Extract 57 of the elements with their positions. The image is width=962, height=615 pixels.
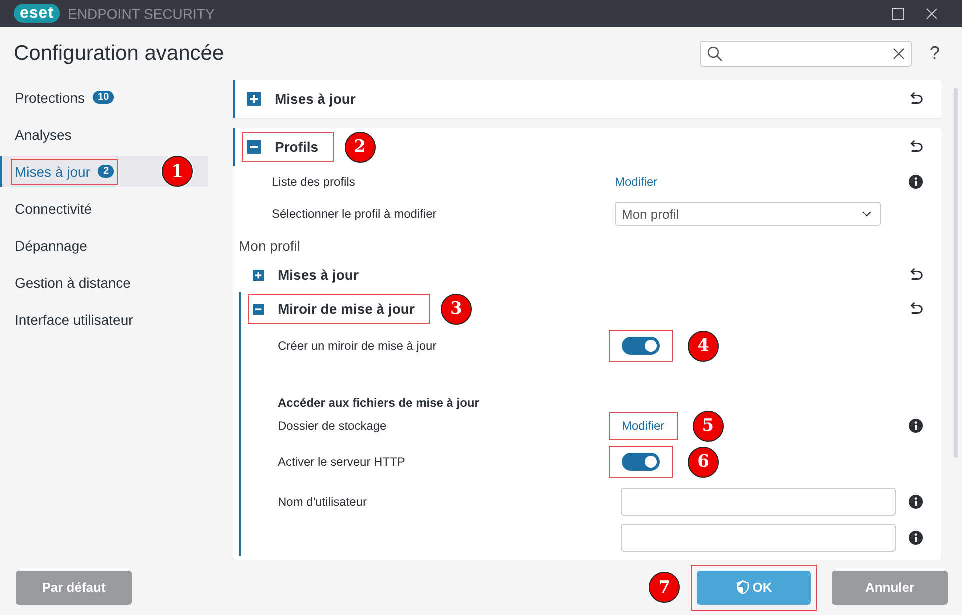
minus-square-icon[interactable]	[247, 140, 261, 154]
step-number-badge: 6	[688, 446, 719, 478]
info-icon[interactable]	[909, 495, 923, 509]
sidebar-item[interactable]: Gestion à distance	[0, 267, 208, 298]
undo-icon[interactable]	[909, 302, 924, 316]
input-field[interactable]	[621, 524, 896, 552]
undo-icon[interactable]	[909, 140, 924, 154]
count-badge: 2	[98, 165, 114, 178]
setting-label: Créer un miroir de mise à jour	[278, 339, 438, 353]
logo-badge: eset	[14, 4, 60, 23]
maximize-icon[interactable]	[892, 8, 904, 20]
step-number-badge: 4	[688, 330, 719, 362]
sidebar-item[interactable]: Connectivité	[0, 193, 208, 224]
search-icon	[706, 46, 723, 62]
toggle-switch[interactable]	[622, 453, 660, 471]
page-title: Configuration avancée	[14, 42, 226, 66]
count-badge: 10	[93, 91, 114, 104]
scrollbar[interactable]	[954, 88, 958, 458]
info-icon[interactable]	[909, 531, 923, 545]
chevron-down-icon[interactable]	[862, 211, 872, 217]
plus-square-icon[interactable]	[253, 270, 264, 280]
step-number-badge: 3	[440, 294, 472, 324]
profile-dropdown[interactable]: Mon profil	[615, 202, 881, 226]
sidebar-item[interactable]: Analyses	[0, 119, 208, 150]
undo-icon[interactable]	[909, 92, 924, 106]
sidebar-item[interactable]: Interface utilisateur	[0, 304, 208, 335]
clear-icon[interactable]	[892, 48, 905, 60]
info-icon[interactable]	[909, 419, 923, 433]
modify-link[interactable]: Modifier	[622, 419, 665, 433]
setting-label: Activer le serveur HTTP	[278, 455, 406, 469]
setting-label: Liste des profils	[272, 175, 356, 189]
plus-square-icon[interactable]	[247, 92, 261, 106]
undo-icon[interactable]	[909, 268, 924, 282]
input-field[interactable]	[621, 488, 896, 516]
modify-link[interactable]: Modifier	[615, 175, 658, 189]
section-title[interactable]: Mises à jour	[278, 267, 359, 283]
section-title[interactable]: Miroir de mise à jour	[278, 301, 415, 317]
setting-label: Sélectionner le profil à modifier	[272, 207, 438, 221]
sidebar-item[interactable]: Protections 10	[0, 82, 208, 113]
sidebar-item[interactable]: Dépannage	[0, 230, 208, 261]
app-title: ENDPOINT SECURITY	[68, 6, 215, 22]
close-icon[interactable]	[926, 8, 938, 20]
help-button[interactable]: ?	[930, 43, 940, 64]
info-icon[interactable]	[909, 175, 923, 189]
profile-heading: Mon profil	[238, 237, 302, 256]
setting-label: Dossier de stockage	[278, 419, 388, 433]
shield-icon	[736, 580, 750, 595]
group-heading: Accéder aux fichiers de mise à jour	[278, 395, 480, 410]
section-title[interactable]: Mises à jour	[275, 91, 356, 107]
minus-square-icon[interactable]	[253, 304, 264, 314]
setting-label: Nom d'utilisateur	[278, 495, 368, 509]
section-title[interactable]: Profils	[275, 139, 319, 155]
step-number-badge: 5	[692, 410, 724, 442]
step-number-badge: 7	[649, 572, 680, 603]
step-number-badge: 2	[344, 132, 376, 162]
toggle-switch[interactable]	[622, 337, 660, 355]
search-field[interactable]	[700, 40, 912, 66]
